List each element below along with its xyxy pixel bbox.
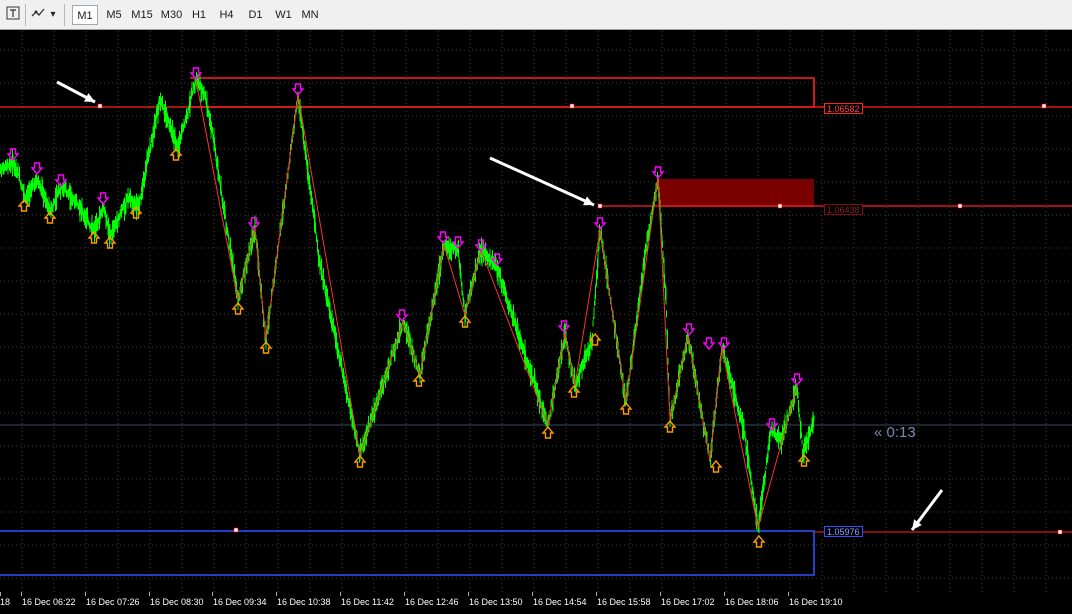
time-label: 16 Dec 10:38 (277, 597, 331, 607)
time-tick (340, 592, 341, 596)
down-fractal-icon (682, 323, 696, 337)
time-label: 16 Dec 12:46 (405, 597, 459, 607)
toolbar-separator (64, 4, 65, 26)
anchor-point-marker[interactable] (97, 103, 103, 109)
tab-timeframe-m15[interactable]: M15 (127, 5, 157, 25)
annotation-arrow-icon (489, 156, 595, 207)
time-label: 16 Dec 06:22 (22, 597, 76, 607)
time-tick (532, 592, 533, 596)
anchor-point-marker[interactable] (597, 203, 603, 209)
anchor-point-marker[interactable] (957, 203, 963, 209)
tab-timeframe-w1[interactable]: W1 (270, 5, 297, 25)
fractal-arrows (6, 67, 811, 548)
draw-tools-icon[interactable] (30, 6, 46, 24)
time-tick (149, 592, 150, 596)
time-label: 16 Dec 09:34 (213, 597, 267, 607)
time-label: 16 Dec 14:54 (533, 597, 587, 607)
time-label: 16 Dec 15:58 (597, 597, 651, 607)
time-label: 18 (0, 597, 11, 607)
price-label-support: 1.05976 (824, 526, 863, 537)
chart-toolbar: ▾ M1 M5 M15 M30 H1 H4 D1 W1 MN (0, 0, 1072, 30)
anchor-point-marker[interactable] (1041, 103, 1047, 109)
tab-timeframe-h1[interactable]: H1 (186, 5, 212, 25)
price-bars (0, 71, 815, 534)
time-label: 16 Dec 13:50 (469, 597, 523, 607)
anchor-point-marker[interactable] (1057, 529, 1063, 535)
time-tick (468, 592, 469, 596)
sr-zones (0, 77, 1072, 576)
zigzag-polyline (195, 79, 798, 529)
draw-tools-icon-svg (31, 8, 45, 17)
support-box (0, 530, 815, 576)
price-chart[interactable] (0, 31, 1072, 601)
time-tick (660, 592, 661, 596)
time-tick (404, 592, 405, 596)
chart-grid (0, 31, 1072, 592)
upper-resistance-box (190, 77, 815, 108)
time-axis: 18 16 Dec 06:22 16 Dec 07:26 16 Dec 08:30 16… (0, 592, 1072, 614)
tab-timeframe-m1[interactable]: M1 (72, 5, 98, 25)
time-tick (212, 592, 213, 596)
time-label: 16 Dec 08:30 (150, 597, 204, 607)
time-label: 16 Dec 17:02 (661, 597, 715, 607)
tab-timeframe-m5[interactable]: M5 (101, 5, 127, 25)
zigzag-line (195, 79, 798, 529)
price-label-upper-resistance: 1.06582 (824, 103, 863, 114)
time-tick (276, 592, 277, 596)
down-fractal-icon (30, 162, 44, 176)
time-tick (788, 592, 789, 596)
time-tick (724, 592, 725, 596)
up-fractal-icon (541, 425, 555, 439)
tab-timeframe-d1[interactable]: D1 (241, 5, 270, 25)
time-tick (0, 592, 1, 596)
toolbar-separator (25, 4, 26, 26)
tab-timeframe-h4[interactable]: H4 (212, 5, 241, 25)
anchor-point-marker[interactable] (777, 203, 783, 209)
time-label: 16 Dec 11:42 (341, 597, 394, 607)
annotation-arrows (56, 80, 944, 531)
bar-countdown: « 0:13 (874, 424, 916, 441)
up-fractal-icon (709, 459, 723, 473)
time-tick (85, 592, 86, 596)
anchor-point-marker[interactable] (569, 103, 575, 109)
text-cursor-icon-svg (6, 6, 20, 20)
tab-timeframe-m30[interactable]: M30 (157, 5, 186, 25)
mid-resistance-zone (658, 179, 814, 207)
time-label: 16 Dec 19:10 (789, 597, 843, 607)
cursor-text-icon[interactable] (4, 6, 22, 24)
price-label-mid-resistance: 1.06438 (824, 204, 863, 215)
time-label: 16 Dec 07:26 (86, 597, 140, 607)
up-fractal-icon (752, 534, 766, 548)
price-series (0, 71, 815, 534)
time-label: 16 Dec 18:06 (725, 597, 779, 607)
anchor-point-marker[interactable] (233, 527, 239, 533)
time-tick (596, 592, 597, 596)
chevron-down-icon[interactable]: ▾ (47, 6, 59, 24)
tab-timeframe-mn[interactable]: MN (297, 5, 323, 25)
time-tick (21, 592, 22, 596)
